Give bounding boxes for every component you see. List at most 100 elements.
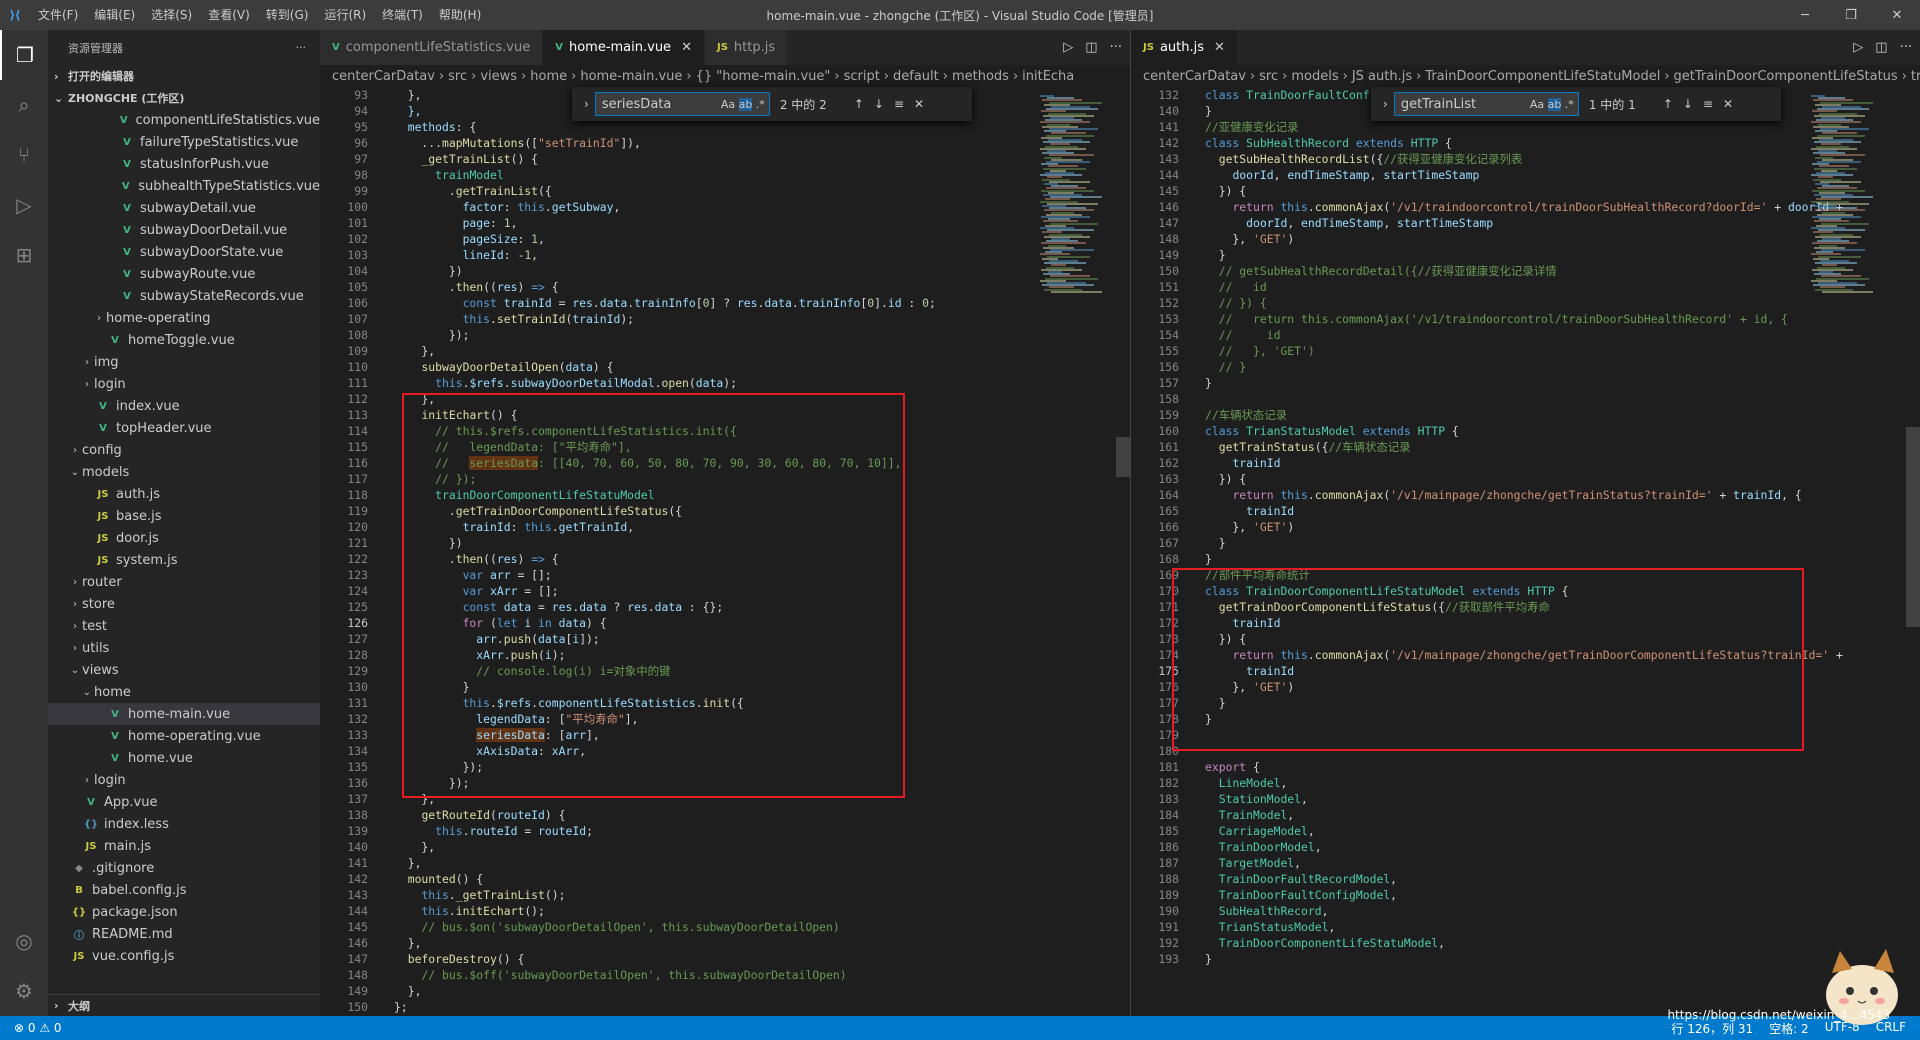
file-item[interactable]: Vindex.vue: [48, 395, 320, 417]
minimize-icon[interactable]: ─: [1782, 0, 1828, 30]
code-line[interactable]: 141 //亚健康变化记录: [1131, 119, 1843, 135]
minimap-right[interactable]: [1811, 87, 1891, 1016]
scrollbar-left[interactable]: [1116, 87, 1130, 1016]
close-tab-icon[interactable]: ✕: [1214, 40, 1225, 55]
code-line[interactable]: 150 // getSubHealthRecordDetail({//获得亚健康…: [1131, 263, 1843, 279]
toggle-replace-icon[interactable]: ›: [584, 97, 589, 111]
code-line[interactable]: 162 trainId: [1131, 455, 1843, 471]
breadcrumb-item[interactable]: src: [448, 69, 467, 84]
code-line[interactable]: 160 class TrianStatusModel extends HTTP {: [1131, 423, 1843, 439]
file-item[interactable]: V App.vue: [48, 791, 320, 813]
code-line[interactable]: 145 }) {: [1131, 183, 1843, 199]
code-line[interactable]: 184 TrainModel,: [1131, 807, 1843, 823]
breadcrumb-item[interactable]: script: [844, 69, 880, 84]
code-line[interactable]: 141 },: [320, 855, 936, 871]
folder-item[interactable]: › utils: [48, 637, 320, 659]
file-item[interactable]: VhomeToggle.vue: [48, 329, 320, 351]
close-tab-icon[interactable]: ✕: [681, 40, 692, 55]
code-line[interactable]: 143 getSubHealthRecordList({//获得亚健康变化记录列…: [1131, 151, 1843, 167]
file-item[interactable]: Vhome-operating.vue: [48, 725, 320, 747]
code-line[interactable]: 147 doorId, endTimeStamp, startTimeStamp: [1131, 215, 1843, 231]
code-line[interactable]: 193}: [1131, 951, 1843, 967]
code-line[interactable]: 186 TrainDoorModel,: [1131, 839, 1843, 855]
find-input-right[interactable]: getTrainList Aa ab .*: [1393, 92, 1579, 116]
code-line[interactable]: 192 TrainDoorComponentLifeStatuModel,: [1131, 935, 1843, 951]
find-in-selection-icon[interactable]: ≡: [1703, 97, 1713, 111]
run-debug-icon[interactable]: ▷: [0, 180, 48, 230]
code-line[interactable]: 153 // return this.commonAjax('/v1/train…: [1131, 311, 1843, 327]
code-line[interactable]: 99 .getTrainList({: [320, 183, 936, 199]
indentation-indicator[interactable]: 空格: 2: [1769, 1020, 1809, 1037]
code-line[interactable]: 183 StationModel,: [1131, 791, 1843, 807]
file-item[interactable]: JS door.js: [48, 527, 320, 549]
code-line[interactable]: 148 }, 'GET'): [1131, 231, 1843, 247]
breadcrumb-item[interactable]: initEcha: [1022, 69, 1074, 84]
folder-item[interactable]: › img: [48, 351, 320, 373]
menu-item[interactable]: 运行(R): [316, 8, 374, 22]
code-line[interactable]: 107 this.setTrainId(trainId);: [320, 311, 936, 327]
close-find-icon[interactable]: ✕: [1723, 97, 1733, 111]
cursor-position[interactable]: 行 126，列 31: [1671, 1020, 1753, 1037]
folder-item[interactable]: ⌄ models: [48, 461, 320, 483]
file-item[interactable]: VsubwayRoute.vue: [48, 263, 320, 285]
breadcrumb-item[interactable]: {} "home-main.vue": [696, 69, 831, 84]
code-line[interactable]: 139 this.routeId = routeId;: [320, 823, 936, 839]
code-line[interactable]: 159 //车辆状态记录: [1131, 407, 1843, 423]
problems-indicator[interactable]: ⊗ 0 ⚠ 0: [14, 1021, 62, 1035]
code-line[interactable]: 152 // }) {: [1131, 295, 1843, 311]
menu-item[interactable]: 选择(S): [143, 8, 200, 22]
maximize-icon[interactable]: ❐: [1828, 0, 1874, 30]
breadcrumb-item[interactable]: centerCarDatav: [332, 69, 435, 84]
code-line[interactable]: 111 this.$refs.subwayDoorDetailModal.ope…: [320, 375, 936, 391]
breadcrumb-item[interactable]: src: [1259, 69, 1278, 84]
code-line[interactable]: 144 doorId, endTimeStamp, startTimeStamp: [1131, 167, 1843, 183]
file-item[interactable]: JS base.js: [48, 505, 320, 527]
code-line[interactable]: 191 TrianStatusModel,: [1131, 919, 1843, 935]
code-line[interactable]: 164 return this.commonAjax('/v1/mainpage…: [1131, 487, 1843, 503]
search-icon[interactable]: ⌕: [0, 80, 48, 130]
menu-item[interactable]: 帮助(H): [431, 8, 489, 22]
arrow-down-icon[interactable]: ↓: [874, 97, 884, 111]
folder-item[interactable]: › test: [48, 615, 320, 637]
code-line[interactable]: 147 beforeDestroy() {: [320, 951, 936, 967]
editor-tab[interactable]: JS http.js: [704, 30, 789, 65]
code-line[interactable]: 188 TrainDoorFaultRecordModel,: [1131, 871, 1843, 887]
menu-item[interactable]: 文件(F): [30, 8, 86, 22]
folder-item[interactable]: ⌄ home: [48, 681, 320, 703]
arrow-down-icon[interactable]: ↓: [1683, 97, 1693, 111]
code-line[interactable]: 110 subwayDoorDetailOpen(data) {: [320, 359, 936, 375]
code-line[interactable]: 102 pageSize: 1,: [320, 231, 936, 247]
account-icon[interactable]: ◎: [0, 916, 48, 966]
code-line[interactable]: 156 // }: [1131, 359, 1843, 375]
source-control-icon[interactable]: ⑂: [0, 130, 48, 180]
code-line[interactable]: 97 _getTrainList() {: [320, 151, 936, 167]
breadcrumb-item[interactable]: TrainDoorComponentLifeStatuModel: [1425, 69, 1660, 84]
gear-icon[interactable]: ⚙: [0, 966, 48, 1016]
menu-item[interactable]: 终端(T): [374, 8, 431, 22]
code-line[interactable]: 142 class SubHealthRecord extends HTTP {: [1131, 135, 1843, 151]
file-item[interactable]: Bbabel.config.js: [48, 879, 320, 901]
file-item[interactable]: Vhome-main.vue: [48, 703, 320, 725]
folder-item[interactable]: › router: [48, 571, 320, 593]
code-line[interactable]: 95 methods: {: [320, 119, 936, 135]
code-line[interactable]: 165 trainId: [1131, 503, 1843, 519]
breadcrumb-item[interactable]: home: [530, 69, 567, 84]
workspace-section[interactable]: ⌄ ZHONGCHE (工作区): [48, 87, 320, 109]
file-item[interactable]: VsubwayStateRecords.vue: [48, 285, 320, 307]
code-line[interactable]: 189 TrainDoorFaultConfigModel,: [1131, 887, 1843, 903]
code-line[interactable]: 140 },: [320, 839, 936, 855]
code-line[interactable]: 151 // id: [1131, 279, 1843, 295]
folder-item[interactable]: › login: [48, 769, 320, 791]
code-line[interactable]: 146 return this.commonAjax('/v1/traindoo…: [1131, 199, 1842, 215]
breadcrumb-item[interactable]: models: [1291, 69, 1338, 84]
code-line[interactable]: 103 lineId: -1,: [320, 247, 936, 263]
close-icon[interactable]: ✕: [1874, 0, 1920, 30]
code-line[interactable]: 163 }) {: [1131, 471, 1843, 487]
file-item[interactable]: VtopHeader.vue: [48, 417, 320, 439]
code-line[interactable]: 106 const trainId = res.data.trainInfo[0…: [320, 295, 935, 311]
file-item[interactable]: Vhome.vue: [48, 747, 320, 769]
code-line[interactable]: 150};: [320, 999, 936, 1015]
split-editor-icon[interactable]: ◫: [1875, 40, 1887, 55]
split-editor-icon[interactable]: ◫: [1085, 40, 1097, 55]
breadcrumb-item[interactable]: tra: [1911, 69, 1920, 84]
